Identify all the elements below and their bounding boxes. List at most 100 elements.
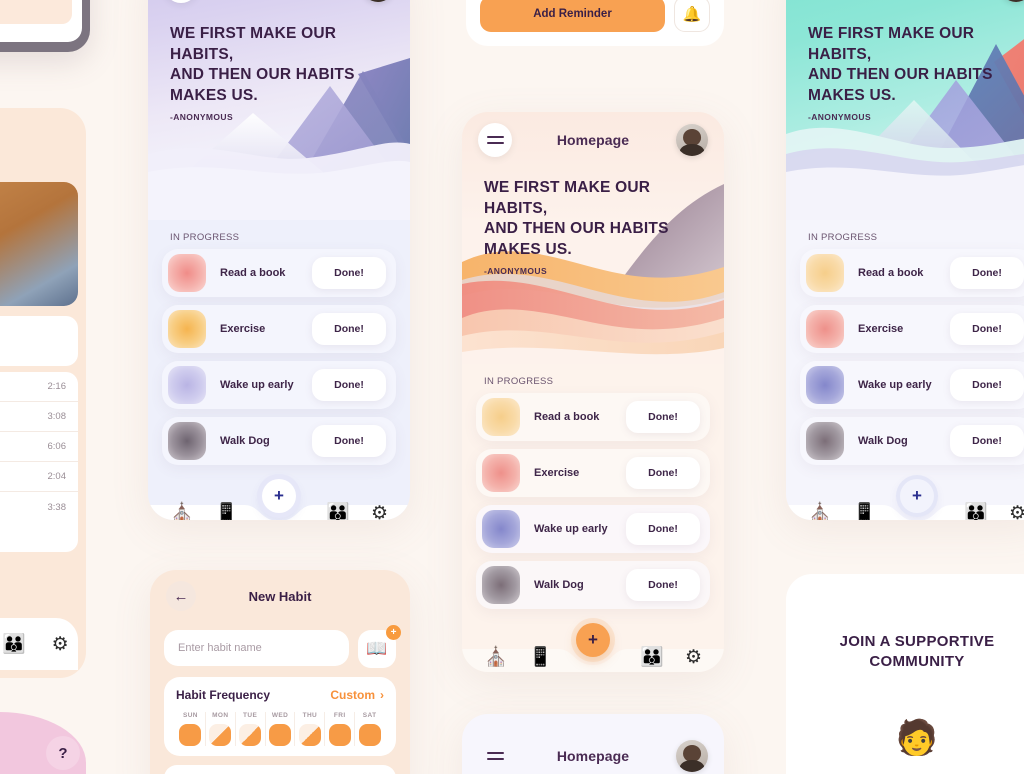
habit-row[interactable]: Exercise Done!: [162, 305, 396, 353]
page-title: New Habit: [248, 588, 312, 604]
hero-banner-peach: Homepage WE FIRST MAKE OUR HABITS, AND T…: [462, 112, 724, 364]
habit-name: Wake up early: [220, 379, 294, 391]
billboard-icon[interactable]: 📱: [215, 504, 239, 521]
habit-row[interactable]: Read a book Done!: [800, 249, 1024, 297]
day-mon[interactable]: MON: [206, 712, 236, 746]
day-sun[interactable]: SUN: [176, 712, 206, 746]
community-illustration: 🧑: [895, 718, 939, 757]
icon-picker-button[interactable]: 📖 +: [358, 625, 401, 668]
day-toggle[interactable]: [239, 724, 262, 746]
add-habit-fab[interactable]: +: [576, 623, 610, 657]
day-toggle[interactable]: [209, 724, 232, 746]
habit-list: Read a book Done! Exercise Done! Wake up…: [462, 393, 724, 609]
add-badge-icon[interactable]: +: [386, 625, 401, 640]
done-button[interactable]: Done!: [950, 313, 1024, 345]
habit-row[interactable]: Wake up early Done!: [476, 505, 710, 553]
add-reminder-button[interactable]: Add Reminder: [480, 0, 665, 32]
done-button[interactable]: Done!: [312, 313, 386, 345]
quote-author: -ANONYMOUS: [170, 112, 234, 123]
habit-name: Walk Dog: [858, 435, 908, 447]
section-label-in-progress: IN PROGRESS: [808, 232, 878, 243]
left-panel-text-card: stablish a: [0, 316, 78, 366]
quote-line-3: MAKES US.: [484, 240, 572, 258]
done-button[interactable]: Done!: [626, 457, 700, 489]
habit-name: Exercise: [858, 323, 904, 335]
frequency-custom-button[interactable]: Custom ›: [330, 688, 384, 702]
community-icon[interactable]: 👪: [326, 504, 350, 521]
habit-row[interactable]: Walk Dog Done!: [162, 417, 396, 465]
billboard-icon[interactable]: 📱: [853, 504, 877, 521]
day-sat[interactable]: SAT: [355, 712, 384, 746]
list-item[interactable]: 2:16: [0, 372, 78, 402]
habit-name: Read a book: [534, 411, 600, 423]
list-item-time: 2:16: [47, 381, 67, 392]
list-item[interactable]: 3:38: [0, 492, 78, 522]
list-item[interactable]: 2:04: [0, 462, 78, 492]
done-button[interactable]: Done!: [950, 369, 1024, 401]
left-panel-photo: [0, 182, 78, 306]
done-button[interactable]: Done!: [626, 401, 700, 433]
done-button[interactable]: Done!: [626, 569, 700, 601]
day-toggle[interactable]: [269, 724, 291, 746]
habit-name: Read a book: [220, 267, 286, 279]
list-item[interactable]: 6:06: [0, 432, 78, 462]
bell-icon[interactable]: 🔔: [674, 0, 710, 32]
day-tue[interactable]: TUE: [236, 712, 266, 746]
day-toggle[interactable]: [358, 724, 381, 746]
habit-row[interactable]: Wake up early Done!: [162, 361, 396, 409]
day-wed[interactable]: WED: [266, 712, 296, 746]
habit-row[interactable]: Walk Dog Done!: [800, 417, 1024, 465]
done-button[interactable]: Done!: [950, 425, 1024, 457]
day-toggle[interactable]: [328, 724, 351, 746]
tent-icon[interactable]: ⛪: [170, 504, 194, 521]
hero-quote: WE FIRST MAKE OUR HABITS, AND THEN OUR H…: [462, 168, 724, 276]
phone-community: JOIN A SUPPORTIVE COMMUNITY 🧑: [786, 574, 1024, 774]
habit-row[interactable]: Walk Dog Done!: [476, 561, 710, 609]
avatar[interactable]: [676, 740, 708, 772]
done-button[interactable]: Done!: [312, 369, 386, 401]
done-button[interactable]: Done!: [950, 257, 1024, 289]
habit-row[interactable]: Wake up early Done!: [800, 361, 1024, 409]
habit-row[interactable]: Exercise Done!: [476, 449, 710, 497]
help-badge[interactable]: ?: [46, 736, 80, 770]
canvas: nge... stablish a 2:16 id-19... 3:08 6:0…: [0, 0, 1024, 774]
habit-row[interactable]: Exercise Done!: [800, 305, 1024, 353]
billboard-icon[interactable]: 📱: [529, 648, 553, 667]
day-toggle[interactable]: [179, 724, 202, 746]
done-button[interactable]: Done!: [626, 513, 700, 545]
done-button[interactable]: Done!: [312, 425, 386, 457]
habit-row[interactable]: Read a book Done!: [162, 249, 396, 297]
list-item-time: 6:06: [47, 441, 67, 452]
community-icon[interactable]: 👪: [640, 648, 664, 667]
habit-icon: [806, 254, 844, 292]
frequency-label: Habit Frequency: [176, 688, 271, 702]
day-toggle[interactable]: [298, 724, 321, 746]
habit-name-input[interactable]: Enter habit name: [164, 630, 349, 666]
list-item[interactable]: id-19... 3:08: [0, 402, 78, 432]
habit-row[interactable]: Read a book Done!: [476, 393, 710, 441]
tent-icon[interactable]: ⛪: [808, 504, 832, 521]
community-icon[interactable]: 👪: [964, 504, 988, 521]
community-icon[interactable]: 👪: [2, 635, 26, 654]
tent-icon[interactable]: ⛪: [484, 648, 508, 667]
settings-icon[interactable]: ⚙: [1009, 504, 1024, 521]
hamburger-icon[interactable]: [478, 739, 512, 773]
settings-icon[interactable]: ⚙: [371, 504, 388, 521]
left-panel-bottom-nav: 👪 ⚙: [0, 618, 78, 670]
habit-icon: [168, 310, 206, 348]
day-thu[interactable]: THU: [295, 712, 326, 746]
new-habit-next-card[interactable]: [164, 765, 396, 774]
quote-line-2: AND THEN OUR HABITS: [808, 66, 993, 84]
add-habit-fab[interactable]: +: [262, 479, 296, 513]
quote-line-1: WE FIRST MAKE OUR HABITS,: [484, 179, 651, 217]
done-button[interactable]: Done!: [312, 257, 386, 289]
section-label-in-progress: IN PROGRESS: [170, 232, 240, 243]
settings-icon[interactable]: ⚙: [52, 635, 69, 654]
day-fri[interactable]: FRI: [325, 712, 356, 746]
settings-icon[interactable]: ⚙: [685, 648, 702, 667]
phone-header: Homepage: [462, 728, 724, 774]
add-habit-fab[interactable]: +: [900, 479, 934, 513]
habit-icon: [482, 510, 520, 548]
phone-homepage-purple: Homepage WE FIRST MAKE OUR HABITS, AND T…: [148, 0, 410, 520]
left-panel-title: nge...: [0, 132, 68, 150]
